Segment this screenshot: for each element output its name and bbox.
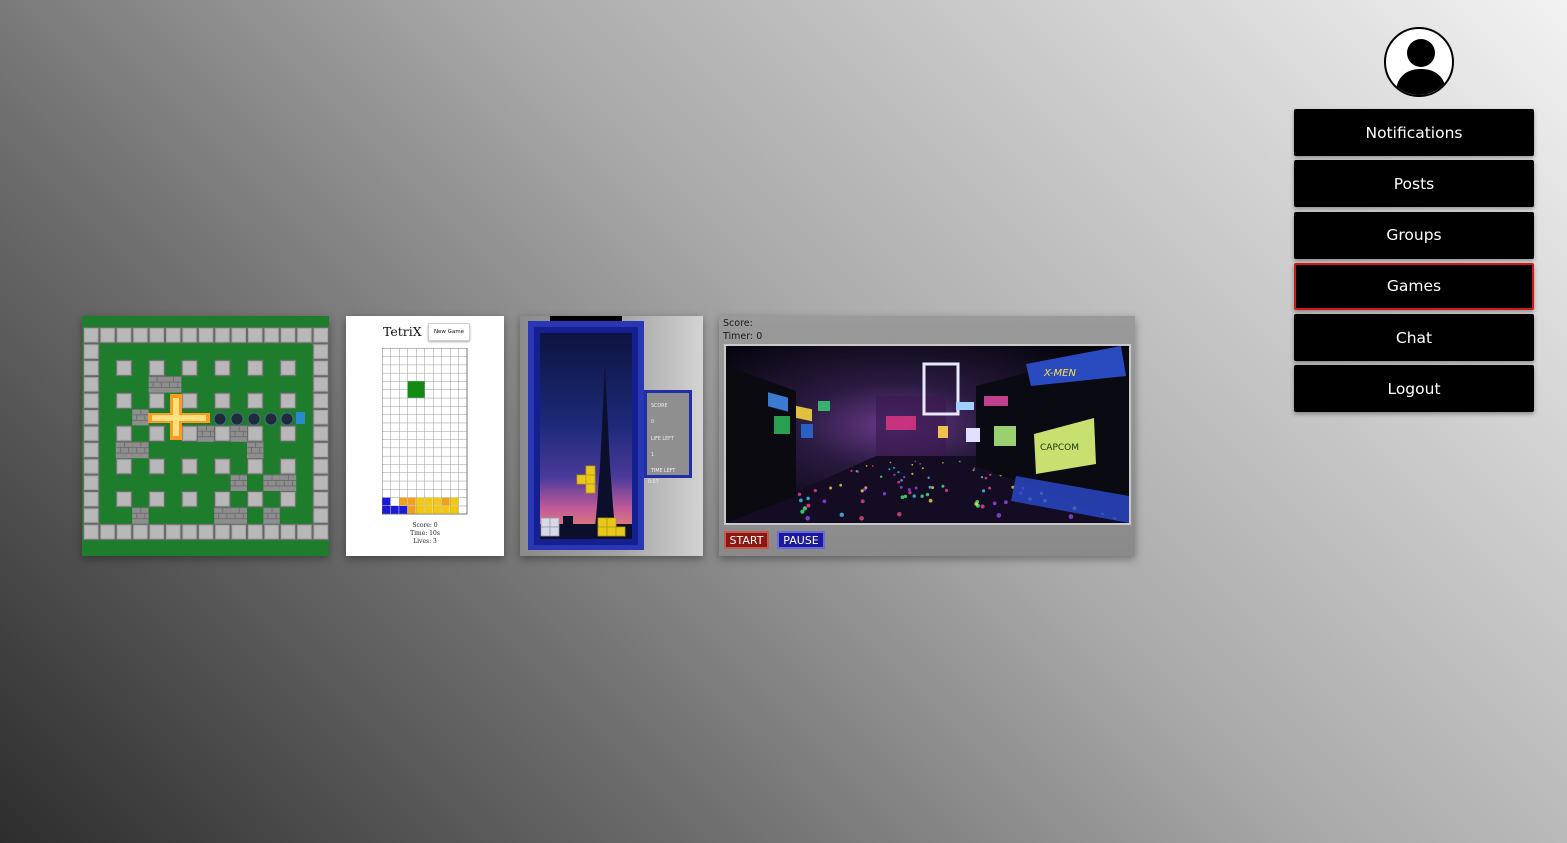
menu-item-label: Chat — [1395, 328, 1433, 347]
game-card-bomberman[interactable] — [82, 316, 329, 556]
menu-item-logout[interactable]: Logout — [1294, 365, 1534, 413]
bomb-icon — [264, 412, 278, 426]
game-card-arcade[interactable]: Score: Timer: 0 X-MEN CAPCOM START PAUSE — [719, 316, 1135, 556]
bomb-icon — [230, 412, 244, 426]
arcade-timer-label: Timer: 0 — [723, 331, 763, 342]
user-silhouette-icon — [1395, 39, 1447, 95]
menu-item-posts[interactable]: Posts — [1294, 160, 1534, 208]
svg-text:X-MEN: X-MEN — [1043, 368, 1076, 379]
tetrix-lives: Lives: 3 — [413, 538, 437, 545]
skyline-score-value: 0 — [651, 420, 655, 426]
menu-item-label: Games — [1386, 277, 1442, 296]
start-button[interactable]: START — [724, 531, 769, 549]
menu-item-label: Groups — [1386, 226, 1442, 245]
skyline-life-value: 1 — [651, 452, 655, 458]
bomb-icon — [213, 412, 227, 426]
bomb-icon — [247, 412, 261, 426]
bomb-icon — [280, 412, 294, 426]
new-game-button[interactable]: New Game — [428, 323, 470, 341]
side-menu: Notifications Posts Groups Games Chat Lo… — [1294, 109, 1534, 417]
tetrix-time: Time: 10s — [410, 530, 440, 537]
menu-item-groups[interactable]: Groups — [1294, 211, 1534, 259]
bomberman-preview — [83, 327, 329, 541]
menu-item-chat[interactable]: Chat — [1294, 314, 1534, 362]
skyline-info-panel: SCORE 0 LIFE LEFT 1 TIME LEFT — [644, 390, 692, 478]
tetrix-board — [382, 348, 468, 515]
menu-item-label: Logout — [1387, 379, 1441, 398]
tetrix-score: Score: 0 — [412, 522, 438, 529]
skyline-life-label: LIFE LEFT — [651, 436, 674, 442]
tetrix-title: TetriX — [383, 324, 422, 339]
arcade-screen: X-MEN CAPCOM — [724, 344, 1131, 525]
skyline-time-label: TIME LEFT — [651, 469, 676, 475]
falling-block — [407, 381, 425, 398]
menu-item-notifications[interactable]: Notifications — [1294, 109, 1534, 156]
player-icon — [296, 412, 305, 424]
arcade-brand-text: CAPCOM — [1040, 443, 1079, 453]
game-card-skyline-tetris[interactable]: SCORE 0 LIFE LEFT 1 TIME LEFT 0:57 — [520, 316, 703, 556]
menu-item-label: Notifications — [1365, 123, 1463, 142]
user-avatar[interactable] — [1384, 27, 1454, 97]
arcade-room-image: X-MEN CAPCOM — [726, 346, 1129, 523]
skyline-time-value: 0:57 — [648, 480, 659, 485]
tetrix-stats: Score: 0 Time: 10s Lives: 3 — [346, 522, 504, 546]
arcade-score-label: Score: — [723, 318, 753, 329]
game-card-tetrix[interactable]: TetriX New Game Score: 0 Time: 10s Lives… — [346, 316, 504, 556]
skyline-score-label: SCORE — [651, 404, 668, 409]
menu-item-label: Posts — [1393, 174, 1435, 193]
pause-button[interactable]: PAUSE — [777, 531, 825, 549]
menu-item-games[interactable]: Games — [1294, 262, 1534, 310]
